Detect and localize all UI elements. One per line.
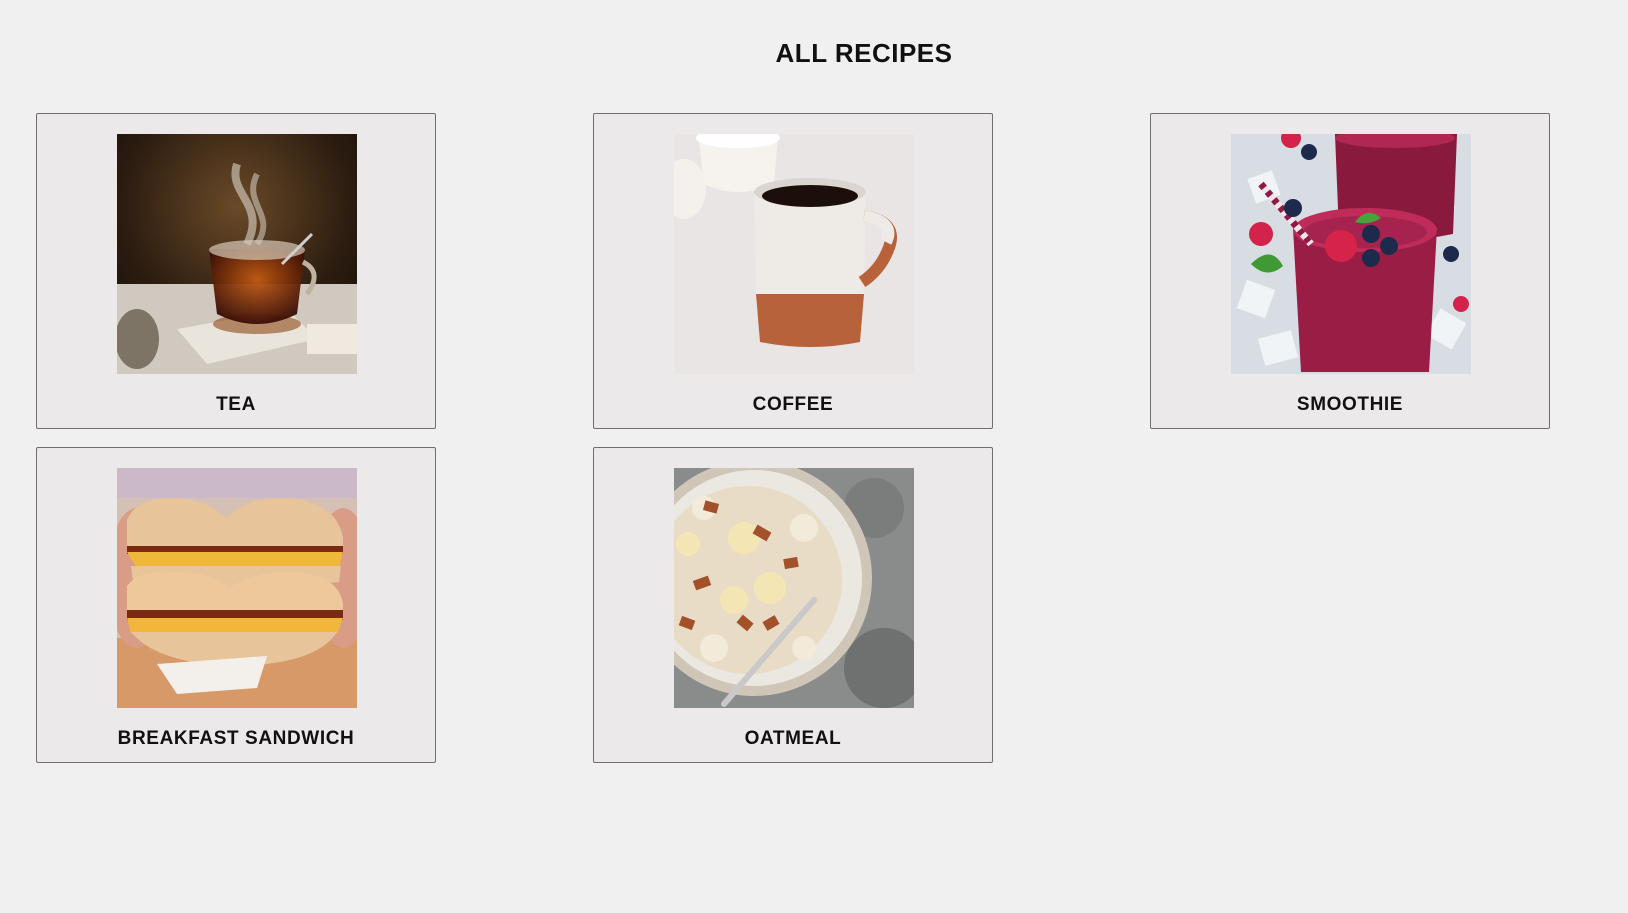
oatmeal-photo[interactable] xyxy=(674,468,914,708)
recipe-card-label: BREAKFAST SANDWICH xyxy=(117,728,355,749)
recipe-card-label: TEA xyxy=(216,394,256,415)
recipe-card-label: SMOOTHIE xyxy=(1296,394,1404,415)
recipe-card-coffee[interactable]: COFFEE xyxy=(593,113,993,429)
recipe-card-label: OATMEAL xyxy=(744,728,842,749)
tea-photo[interactable] xyxy=(117,134,357,374)
breakfast-sandwich-photo[interactable] xyxy=(117,468,357,708)
recipe-card-smoothie[interactable]: SMOOTHIE xyxy=(1150,113,1550,429)
recipe-card-label: COFFEE xyxy=(752,394,834,415)
smoothie-photo[interactable] xyxy=(1231,134,1471,374)
recipe-card-breakfast-sandwich[interactable]: BREAKFAST SANDWICH xyxy=(36,447,436,763)
page-title: ALL RECIPES xyxy=(775,38,953,68)
recipe-card-oatmeal[interactable]: OATMEAL xyxy=(593,447,993,763)
recipe-card-tea[interactable]: TEA xyxy=(36,113,436,429)
coffee-photo[interactable] xyxy=(674,134,914,374)
